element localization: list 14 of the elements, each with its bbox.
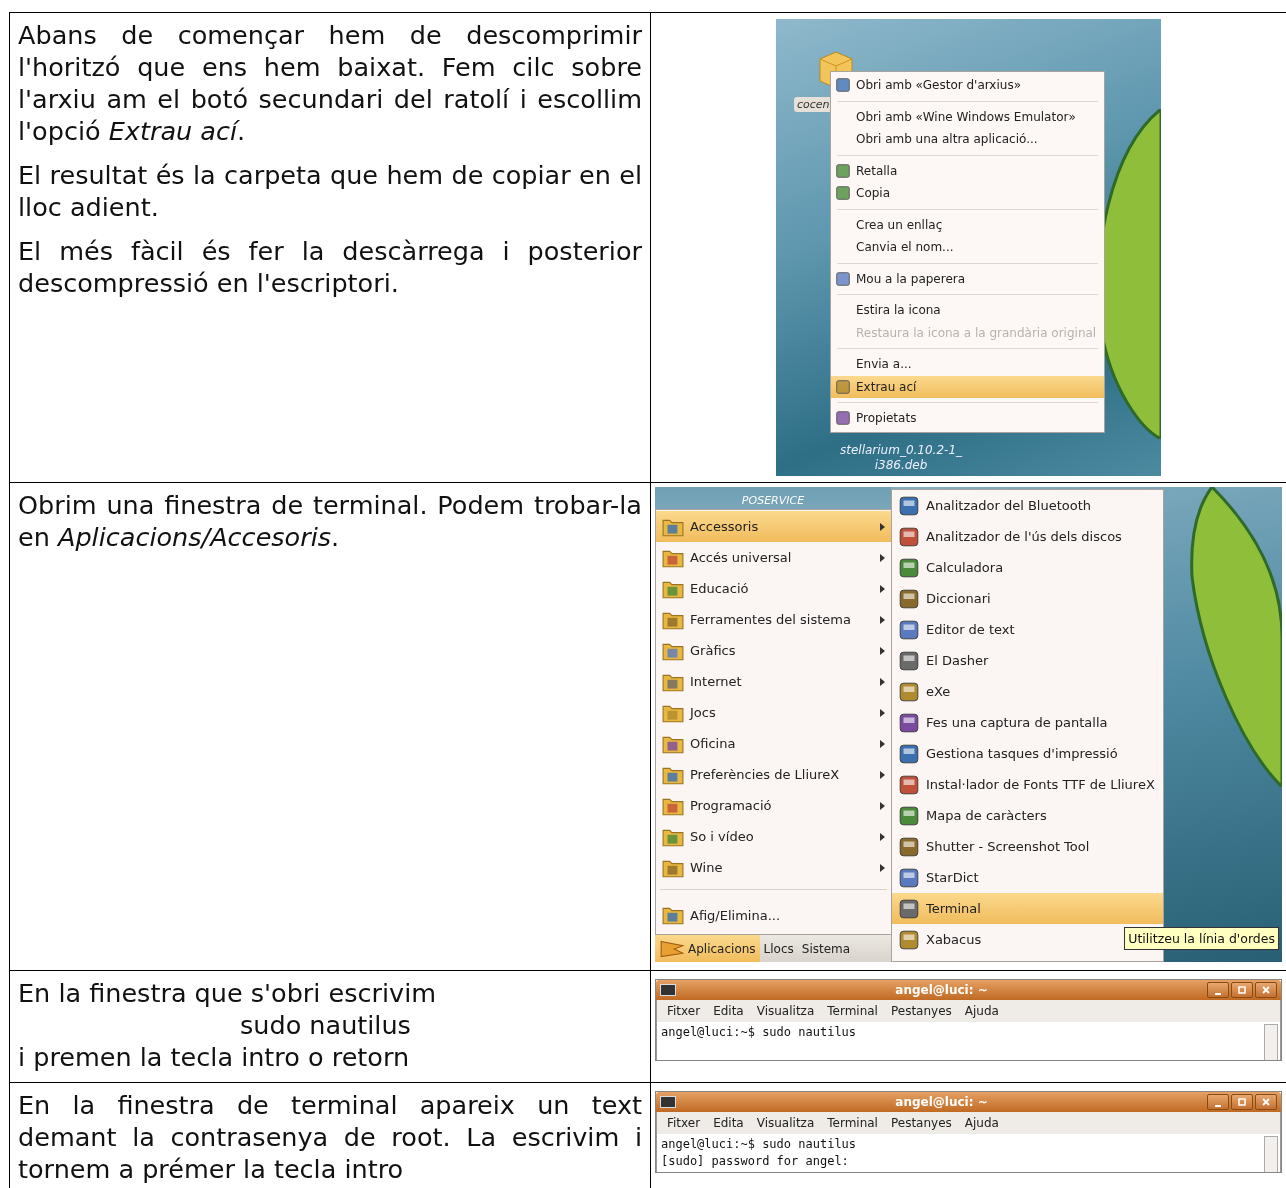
terminal-line: angel@luci:~$ sudo nautilus [661,1024,858,1041]
paragraph-text: sudo nautilus [239,1009,412,1041]
terminal-line: angel@luci:~$ sudo nautilus [661,1136,858,1153]
tooltip: Utilitzeu la línia d'ordes [1124,927,1279,950]
terminal-line: [sudo] password for angel: [661,1153,850,1170]
paragraph-text: En la finestra de terminal apareix un text demant la contrasenya de root. La escrivim i tornem a prémer la tecla intro [18,1089,642,1185]
paragraph-text: El resultat és la carpeta que hem de copiar en el lloc adient. [18,159,642,223]
window-title: angel@luci: ~ [894,983,989,997]
window-title: angel@luci: ~ [894,1095,989,1109]
paragraph-text: Obrim una finestra de terminal. Podem trobar-la en Aplicacions/Accesoris. [18,489,642,553]
paragraph-text: El més fàcil és fer la descàrrega i posterior descompressió en l'escriptori. [18,235,642,299]
paragraph-text: En la finestra que s'obri escrivim [18,977,438,1009]
paragraph-text: i premen la tecla intro o retorn [18,1041,411,1073]
paragraph-text: Abans de començar hem de descomprimir l'horitzó que ens hem baixat. Fem cilc sobre l'arxiu am el botó secundari del ratolí i escollim l'opció Extrau ací. [18,19,642,147]
